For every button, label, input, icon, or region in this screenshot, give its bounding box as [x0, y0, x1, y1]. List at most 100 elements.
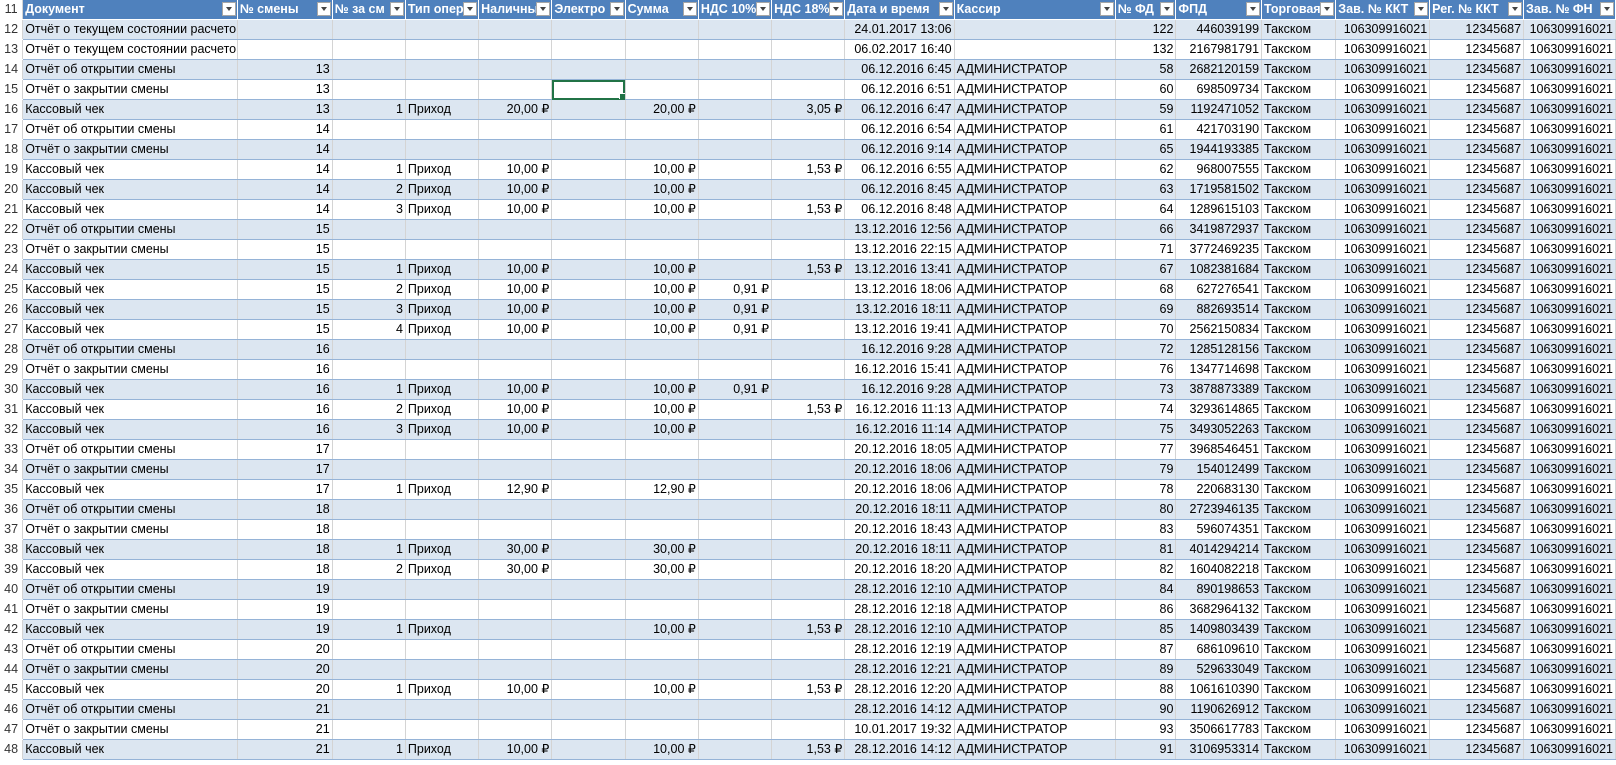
row-number[interactable]: 33 [0, 439, 24, 460]
table-cell[interactable]: 0,91 ₽ [698, 279, 773, 300]
table-cell[interactable] [625, 459, 699, 480]
table-cell[interactable]: АДМИНИСТРАТОР [954, 379, 1116, 400]
table-cell[interactable]: 16 [237, 359, 333, 380]
table-cell[interactable]: 16.12.2016 11:13 [844, 399, 955, 420]
table-cell[interactable]: 18 [237, 539, 333, 560]
table-cell[interactable]: Отчёт о закрытии смены [22, 719, 238, 740]
table-cell[interactable] [625, 119, 699, 140]
table-cell[interactable]: 1,53 ₽ [771, 259, 846, 280]
table-cell[interactable]: 06.12.2016 6:51 [844, 79, 955, 100]
table-cell[interactable]: 12345687 [1429, 619, 1525, 640]
table-cell[interactable] [698, 419, 773, 440]
table-cell[interactable]: 15 [237, 299, 333, 320]
table-cell[interactable]: Кассовый чек [22, 199, 238, 220]
table-cell[interactable]: 106309916021 [1523, 639, 1616, 660]
table-cell[interactable]: 1285128156 [1175, 339, 1263, 360]
table-cell[interactable]: 16 [237, 379, 333, 400]
table-cell[interactable] [698, 739, 773, 760]
table-cell[interactable]: 12345687 [1429, 79, 1525, 100]
row-number[interactable]: 21 [0, 199, 24, 220]
table-cell[interactable]: 12345687 [1429, 379, 1525, 400]
table-cell[interactable]: 12345687 [1429, 139, 1525, 160]
table-cell[interactable]: 106309916021 [1523, 299, 1616, 320]
table-cell[interactable]: 19 [237, 579, 333, 600]
table-cell[interactable]: АДМИНИСТРАТОР [954, 119, 1116, 140]
table-cell[interactable]: 10,00 ₽ [478, 279, 553, 300]
table-cell[interactable] [551, 499, 626, 520]
table-cell[interactable] [551, 119, 626, 140]
table-cell[interactable] [625, 599, 699, 620]
filter-dropdown-icon[interactable] [756, 2, 771, 16]
table-cell[interactable]: 10,00 ₽ [478, 259, 553, 280]
row-number[interactable]: 22 [0, 219, 24, 240]
table-cell[interactable] [771, 239, 846, 260]
table-cell[interactable] [405, 439, 480, 460]
table-cell[interactable] [332, 499, 406, 520]
table-cell[interactable] [698, 679, 773, 700]
table-cell[interactable]: Отчёт об открытии смены [22, 579, 238, 600]
table-cell[interactable]: АДМИНИСТРАТОР [954, 399, 1116, 420]
table-cell[interactable]: 132 [1115, 39, 1177, 60]
row-number[interactable]: 46 [0, 699, 24, 720]
table-cell[interactable]: 106309916021 [1335, 139, 1431, 160]
table-cell[interactable]: 1 [332, 539, 406, 560]
table-cell[interactable] [405, 579, 480, 600]
table-cell[interactable] [551, 419, 626, 440]
table-cell[interactable]: 12345687 [1429, 239, 1525, 260]
table-cell[interactable] [551, 99, 626, 120]
table-cell[interactable] [332, 659, 406, 680]
table-cell[interactable]: АДМИНИСТРАТОР [954, 79, 1116, 100]
table-cell[interactable]: Кассовый чек [22, 179, 238, 200]
table-cell[interactable]: Такском [1261, 659, 1337, 680]
table-cell[interactable]: Отчёт об открытии смены [22, 699, 238, 720]
table-cell[interactable] [698, 79, 773, 100]
table-cell[interactable] [625, 639, 699, 660]
table-cell[interactable] [625, 219, 699, 240]
table-cell[interactable]: 20.12.2016 18:06 [844, 459, 955, 480]
table-cell[interactable]: 10,00 ₽ [625, 299, 699, 320]
table-cell[interactable]: Такском [1261, 599, 1337, 620]
table-cell[interactable]: Такском [1261, 299, 1337, 320]
table-cell[interactable] [405, 339, 480, 360]
table-cell[interactable]: Приход [405, 259, 480, 280]
table-cell[interactable]: 106309916021 [1523, 79, 1616, 100]
table-cell[interactable] [405, 519, 480, 540]
table-cell[interactable]: 10,00 ₽ [625, 619, 699, 640]
table-cell[interactable] [478, 619, 553, 640]
table-cell[interactable] [771, 359, 846, 380]
table-cell[interactable]: 106309916021 [1335, 739, 1431, 760]
table-cell[interactable]: 12345687 [1429, 559, 1525, 580]
table-cell[interactable]: 76 [1115, 359, 1177, 380]
table-cell[interactable]: Такском [1261, 639, 1337, 660]
table-cell[interactable]: Такском [1261, 219, 1337, 240]
table-cell[interactable]: Такском [1261, 179, 1337, 200]
table-cell[interactable] [478, 139, 553, 160]
table-cell[interactable] [625, 519, 699, 540]
table-cell[interactable] [478, 499, 553, 520]
table-cell[interactable] [698, 599, 773, 620]
column-header[interactable]: НДС 10% [698, 0, 773, 20]
table-cell[interactable]: 0,91 ₽ [698, 319, 773, 340]
table-cell[interactable]: 106309916021 [1335, 479, 1431, 500]
table-cell[interactable]: 627276541 [1175, 279, 1263, 300]
table-cell[interactable]: 20.12.2016 18:11 [844, 499, 955, 520]
table-cell[interactable]: 596074351 [1175, 519, 1263, 540]
column-header[interactable]: Торговая [1261, 0, 1337, 20]
table-cell[interactable]: 10,00 ₽ [625, 679, 699, 700]
table-cell[interactable] [771, 479, 846, 500]
table-cell[interactable]: 106309916021 [1523, 619, 1616, 640]
table-cell[interactable]: 12345687 [1429, 659, 1525, 680]
table-cell[interactable]: Кассовый чек [22, 559, 238, 580]
table-cell[interactable]: Приход [405, 479, 480, 500]
table-cell[interactable]: 106309916021 [1523, 239, 1616, 260]
table-cell[interactable]: 06.12.2016 8:45 [844, 179, 955, 200]
table-cell[interactable]: 10,00 ₽ [625, 259, 699, 280]
table-cell[interactable] [698, 499, 773, 520]
table-cell[interactable]: 10,00 ₽ [625, 739, 699, 760]
table-cell[interactable]: АДМИНИСТРАТОР [954, 579, 1116, 600]
table-cell[interactable]: 106309916021 [1523, 319, 1616, 340]
table-cell[interactable]: 2 [332, 399, 406, 420]
table-cell[interactable]: 106309916021 [1335, 519, 1431, 540]
table-cell[interactable]: 3682964132 [1175, 599, 1263, 620]
table-cell[interactable]: 13 [237, 79, 333, 100]
